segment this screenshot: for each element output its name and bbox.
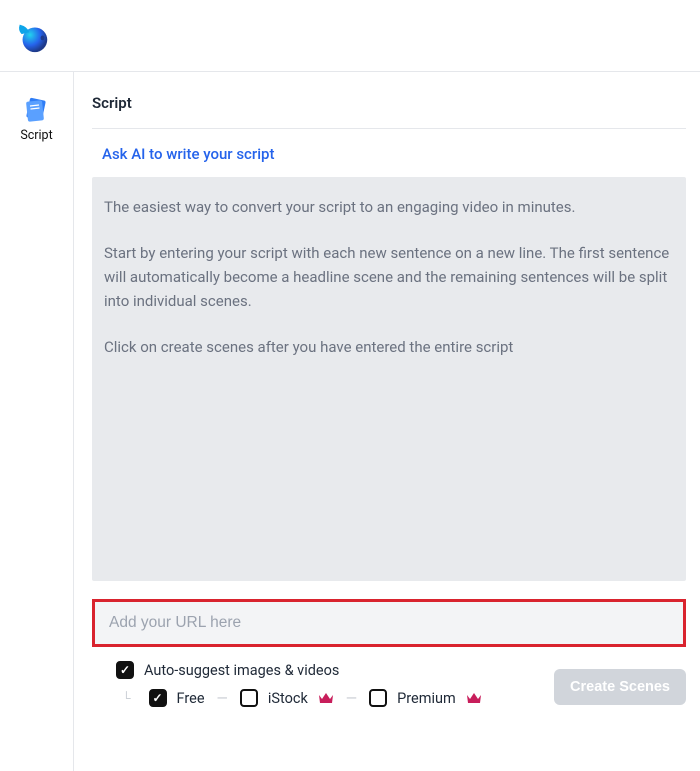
crown-icon	[466, 691, 482, 705]
top-header	[0, 0, 700, 72]
create-scenes-button[interactable]: Create Scenes	[554, 669, 686, 705]
auto-suggest-label: Auto-suggest images & videos	[144, 662, 339, 679]
separator-icon: —	[344, 690, 359, 707]
main-panel: Script Ask AI to write your script The e…	[74, 72, 700, 771]
sidebar: Script	[0, 72, 74, 771]
istock-label: iStock	[268, 690, 308, 707]
options-row: Auto-suggest images & videos └ Free — iS…	[92, 647, 686, 713]
script-icon	[22, 96, 50, 124]
content-wrapper: Script Script Ask AI to write your scrip…	[0, 72, 700, 771]
premium-checkbox[interactable]	[369, 689, 387, 707]
url-input[interactable]	[95, 602, 683, 644]
script-placeholder-line: Start by entering your script with each …	[104, 241, 674, 313]
script-textarea[interactable]: The easiest way to convert your script t…	[92, 177, 686, 581]
bird-logo-icon	[14, 17, 52, 55]
url-input-row	[92, 599, 686, 647]
script-placeholder-line: Click on create scenes after you have en…	[104, 335, 674, 359]
separator-icon: —	[215, 690, 230, 707]
page-title: Script	[92, 72, 686, 129]
sidebar-item-script[interactable]: Script	[20, 96, 52, 143]
sidebar-item-label: Script	[20, 128, 52, 143]
istock-checkbox[interactable]	[240, 689, 258, 707]
script-placeholder-line: The easiest way to convert your script t…	[104, 195, 674, 219]
premium-label: Premium	[397, 690, 456, 707]
tree-connector-icon: └	[122, 691, 131, 705]
app-logo[interactable]	[14, 17, 52, 55]
free-label: Free	[177, 690, 205, 707]
auto-suggest-checkbox[interactable]	[116, 661, 134, 679]
crown-icon	[318, 691, 334, 705]
ask-ai-link[interactable]: Ask AI to write your script	[92, 129, 686, 177]
free-checkbox[interactable]	[149, 689, 167, 707]
